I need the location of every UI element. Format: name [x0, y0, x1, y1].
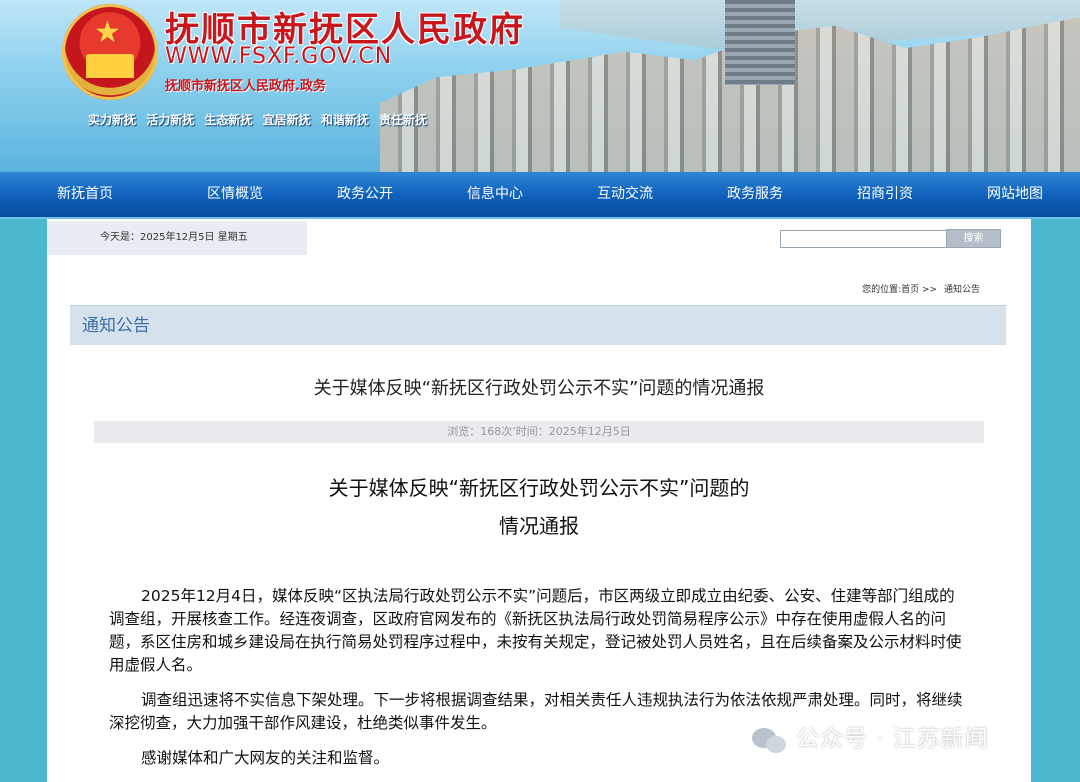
national-emblem-icon: ★	[62, 4, 158, 100]
nav-item-gov-affairs[interactable]: 政务公开	[300, 172, 430, 217]
breadcrumb: 您的位置:首页 >> 通知公告	[858, 282, 980, 295]
article-heading-line2: 情况通报	[499, 514, 579, 538]
slogan: 和谐新抚	[320, 113, 369, 127]
site-url: WWW.FSXF.GOV.CN	[165, 44, 393, 69]
nav-item-info-center[interactable]: 信息中心	[430, 172, 560, 217]
nav-item-home[interactable]: 新抚首页	[0, 172, 170, 217]
search-button[interactable]: 搜索	[946, 229, 1001, 248]
date-display: 今天是：2025年12月5日 星期五	[47, 221, 307, 255]
watermark: 公众号 · 江苏新闻	[752, 720, 989, 758]
section-title: 通知公告	[82, 316, 150, 336]
nav-item-interaction[interactable]: 互动交流	[560, 172, 690, 217]
slogan: 责任新抚	[379, 113, 428, 127]
section-header: 通知公告	[70, 305, 1006, 345]
main-nav: 新抚首页 区情概览 政务公开 信息中心 互动交流 政务服务 招商引资 网站地图	[0, 172, 1080, 219]
breadcrumb-current[interactable]: 通知公告	[944, 285, 980, 295]
slogan: 活力新抚	[146, 113, 195, 127]
nav-item-sitemap[interactable]: 网站地图	[950, 172, 1080, 217]
article-heading-line1: 关于媒体反映“新抚区行政处罚公示不实”问题的	[328, 476, 750, 500]
slogan: 实力新抚	[88, 113, 137, 127]
watermark-text: 公众号 · 江苏新闻	[796, 726, 989, 752]
wechat-icon	[752, 726, 790, 754]
breadcrumb-home-link[interactable]: 您的位置:首页 >>	[862, 285, 937, 295]
slogan: 生态新抚	[204, 113, 253, 127]
slogans: 实力新抚 活力新抚 生态新抚 宜居新抚 和谐新抚 责任新抚	[88, 111, 433, 128]
slogan: 宜居新抚	[262, 113, 311, 127]
search-input[interactable]	[780, 230, 952, 248]
article-heading: 关于媒体反映“新抚区行政处罚公示不实”问题的 情况通报	[47, 469, 1031, 545]
nav-item-overview[interactable]: 区情概览	[170, 172, 300, 217]
article-paragraph: 2025年12月4日，媒体反映“区执法局行政处罚公示不实”问题后，市区两级立即成…	[109, 587, 962, 674]
tower-image	[725, 0, 795, 85]
article-meta: 浏览：168次’时间：2025年12月5日	[94, 421, 984, 443]
nav-item-services[interactable]: 政务服务	[690, 172, 820, 217]
article-title: 关于媒体反映“新抚区行政处罚公示不实”问题的情况通报	[313, 378, 765, 399]
page-content: 今天是：2025年12月5日 星期五 搜索 您的位置:首页 >> 通知公告 通知…	[47, 219, 1031, 782]
site-subtitle: 抚顺市新抚区人民政府.政务	[165, 79, 326, 94]
nav-item-investment[interactable]: 招商引资	[820, 172, 950, 217]
site-banner: ★ 抚顺市新抚区人民政府 WWW.FSXF.GOV.CN 抚顺市新抚区人民政府.…	[0, 0, 1080, 172]
